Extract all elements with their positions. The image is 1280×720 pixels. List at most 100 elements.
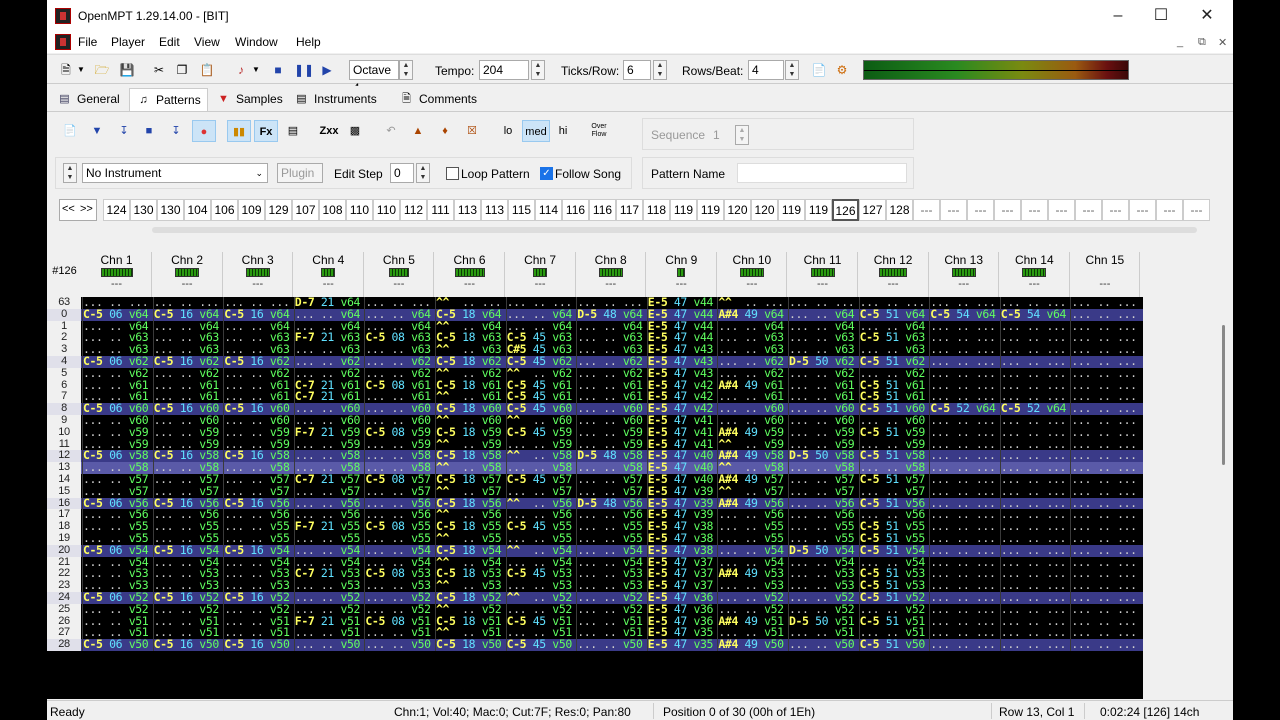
paste-icon[interactable]: 📋	[198, 61, 216, 79]
pattern-cell[interactable]: ... .. ...	[999, 639, 1070, 651]
pattern-cell[interactable]: ... .. ...	[1070, 450, 1140, 463]
pattern-cell[interactable]: C-5 16 v54	[152, 544, 223, 557]
transpose-up-icon[interactable]: ▲	[406, 120, 430, 142]
pattern-cell[interactable]: ... .. ...	[999, 297, 1070, 309]
pattern-row[interactable]: 25... .. v52... .. v52... .. v52... .. v…	[47, 603, 1143, 616]
pattern-cell[interactable]: E-5 47 v38	[646, 533, 717, 545]
pattern-cell[interactable]: ... .. v63	[152, 332, 223, 345]
pattern-cell[interactable]: ... .. v59	[788, 426, 858, 439]
pattern-cell[interactable]: ... .. ...	[929, 320, 999, 333]
channel-header[interactable]: Chn 13 ---	[929, 252, 1000, 297]
pattern-cell[interactable]: C-5 45 v55	[505, 521, 576, 533]
order-item[interactable]: ---	[1075, 199, 1102, 221]
pattern-cell[interactable]: C-5 51 v55	[858, 533, 929, 545]
pattern-cell[interactable]: ... .. v57	[576, 485, 646, 498]
pattern-cell[interactable]: ... .. v64	[788, 308, 858, 321]
pattern-cell[interactable]: C-5 06 v54	[82, 544, 152, 557]
pattern-row[interactable]: 4 C-5 06 v62 C-5 16 v62 C-5 16 v62... .. v6…	[47, 355, 1143, 368]
channel-header[interactable]: Chn 15 ---	[1070, 252, 1141, 297]
pattern-row[interactable]: 13... .. v58... .. v58... .. v58... .. v…	[47, 461, 1143, 474]
pattern-cell[interactable]: ... .. v55	[788, 521, 858, 533]
menu-help[interactable]: Help	[296, 35, 321, 49]
pattern-cell[interactable]: A#4 49 v53	[717, 568, 787, 581]
pattern-name-field[interactable]	[737, 163, 907, 183]
rows-per-beat-field[interactable]: 4	[748, 60, 784, 80]
pattern-cell[interactable]: C-5 08 v57	[364, 474, 434, 486]
pattern-cell[interactable]: ... .. ...	[1070, 332, 1140, 345]
pattern-cell[interactable]: ... .. v62	[82, 367, 152, 380]
pattern-cell[interactable]: ... .. v55	[152, 521, 223, 533]
pattern-cell[interactable]: ... .. v52	[293, 592, 364, 604]
pattern-cell[interactable]: ... .. ...	[1070, 308, 1140, 321]
pattern-cell[interactable]: ... .. v57	[223, 474, 293, 486]
order-item[interactable]: 116	[562, 199, 589, 221]
pattern-row[interactable]: 6... .. v61... .. v61... .. v61 C-7 21 v6…	[47, 379, 1143, 392]
pattern-cell[interactable]: ... .. v51	[152, 627, 223, 640]
zoom-med-button[interactable]: med	[522, 120, 550, 142]
pattern-cell[interactable]: ... .. ...	[929, 592, 999, 604]
sequence-spinner[interactable]: ▲ ▼	[735, 125, 749, 145]
pattern-cell[interactable]: ... .. ...	[999, 509, 1070, 522]
pattern-row[interactable]: 17... .. v56... .. v56... .. v56... .. v…	[47, 509, 1143, 522]
pattern-cell[interactable]: ... .. v64	[788, 320, 858, 333]
pattern-cell[interactable]: ... .. v55	[717, 533, 787, 545]
pattern-row[interactable]: 1... .. v64... .. v64... .. v64... .. v6…	[47, 320, 1143, 333]
order-item[interactable]: ---	[1048, 199, 1075, 221]
order-item[interactable]: 119	[670, 199, 697, 221]
pattern-cell[interactable]: ... .. v53	[576, 568, 646, 581]
pattern-cell[interactable]: A#4 49 v51	[717, 615, 787, 628]
pattern-cell[interactable]: ... .. v50	[788, 639, 858, 651]
pattern-cell[interactable]: C-5 16 v62	[152, 356, 223, 368]
pattern-cell[interactable]: ... .. v55	[576, 521, 646, 533]
pattern-cell[interactable]: ... .. ...	[999, 544, 1070, 557]
pattern-cell[interactable]: ... .. v60	[364, 415, 434, 427]
pattern-cell[interactable]: ... .. v52	[293, 603, 364, 616]
pattern-cell[interactable]: ... .. v51	[505, 627, 576, 640]
pattern-cell[interactable]: ... .. v55	[223, 521, 293, 533]
pattern-cell[interactable]: ... .. v56	[788, 497, 858, 510]
pattern-cell[interactable]: ... .. ...	[1070, 462, 1140, 474]
pattern-cell[interactable]: ... .. v51	[576, 615, 646, 628]
pattern-cell[interactable]: ... .. v59	[505, 438, 576, 451]
pattern-cell[interactable]: ... .. v53	[717, 580, 787, 592]
tempo-field[interactable]: 204	[479, 60, 529, 80]
pattern-cell[interactable]: ... .. ...	[999, 533, 1070, 545]
pattern-cell[interactable]: C-5 06 v50	[82, 639, 152, 651]
pattern-cell[interactable]: ... .. v56	[364, 509, 434, 522]
pattern-cell[interactable]: ... .. v54	[788, 556, 858, 569]
pattern-cell[interactable]: C-5 45 v61	[505, 379, 576, 392]
pattern-cell[interactable]: ... .. ...	[82, 297, 152, 309]
pattern-cell[interactable]: ^^ .. v55	[435, 533, 505, 545]
pattern-cell[interactable]: ... .. ...	[929, 580, 999, 592]
pattern-cell[interactable]: ... .. v54	[717, 556, 787, 569]
pattern-cell[interactable]: E-5 47 v44	[646, 297, 717, 309]
zxx-macro-icon[interactable]: Zxx	[317, 120, 341, 142]
pattern-row[interactable]: 15... .. v57... .. v57... .. v57... .. v…	[47, 485, 1143, 498]
pattern-cell[interactable]: ... .. v62	[364, 356, 434, 368]
pattern-cell[interactable]: ... .. ...	[1070, 603, 1140, 616]
pattern-cell[interactable]: C-5 51 v50	[858, 639, 929, 651]
pattern-cell[interactable]: E-5 47 v37	[646, 568, 717, 581]
pattern-cell[interactable]: ... .. v56	[788, 509, 858, 522]
pattern-cell[interactable]: ... .. ...	[1070, 521, 1140, 533]
pattern-cell[interactable]: ... .. v54	[223, 556, 293, 569]
pattern-cell[interactable]: ... .. v52	[82, 603, 152, 616]
play-row-icon[interactable]: ↧	[112, 120, 136, 142]
pattern-cell[interactable]: ... .. ...	[929, 568, 999, 581]
pattern-cell[interactable]: ... .. v60	[717, 415, 787, 427]
pattern-cell[interactable]: E-5 47 v37	[646, 556, 717, 569]
pattern-cell[interactable]: E-5 47 v39	[646, 485, 717, 498]
pattern-cell[interactable]: E-5 47 v39	[646, 509, 717, 522]
scrollbar-thumb[interactable]	[1222, 325, 1225, 465]
pattern-cell[interactable]: ... .. v51	[82, 627, 152, 640]
pattern-cell[interactable]: ... .. ...	[505, 297, 576, 309]
pattern-cell[interactable]: ... .. ...	[1070, 615, 1140, 628]
pattern-cell[interactable]: C-5 51 v54	[858, 544, 929, 557]
stop-icon[interactable]: ■	[269, 61, 287, 79]
tempo-spinner[interactable]: ▲ ▼	[531, 60, 545, 80]
pattern-cell[interactable]: ... .. v61	[82, 391, 152, 404]
pattern-vertical-scrollbar[interactable]	[1219, 252, 1233, 700]
pattern-cell[interactable]: F-7 21 v51	[293, 615, 364, 628]
pattern-row[interactable]: 27... .. v51... .. v51... .. v51... .. v…	[47, 627, 1143, 640]
pattern-cell[interactable]: ... .. ...	[999, 415, 1070, 427]
